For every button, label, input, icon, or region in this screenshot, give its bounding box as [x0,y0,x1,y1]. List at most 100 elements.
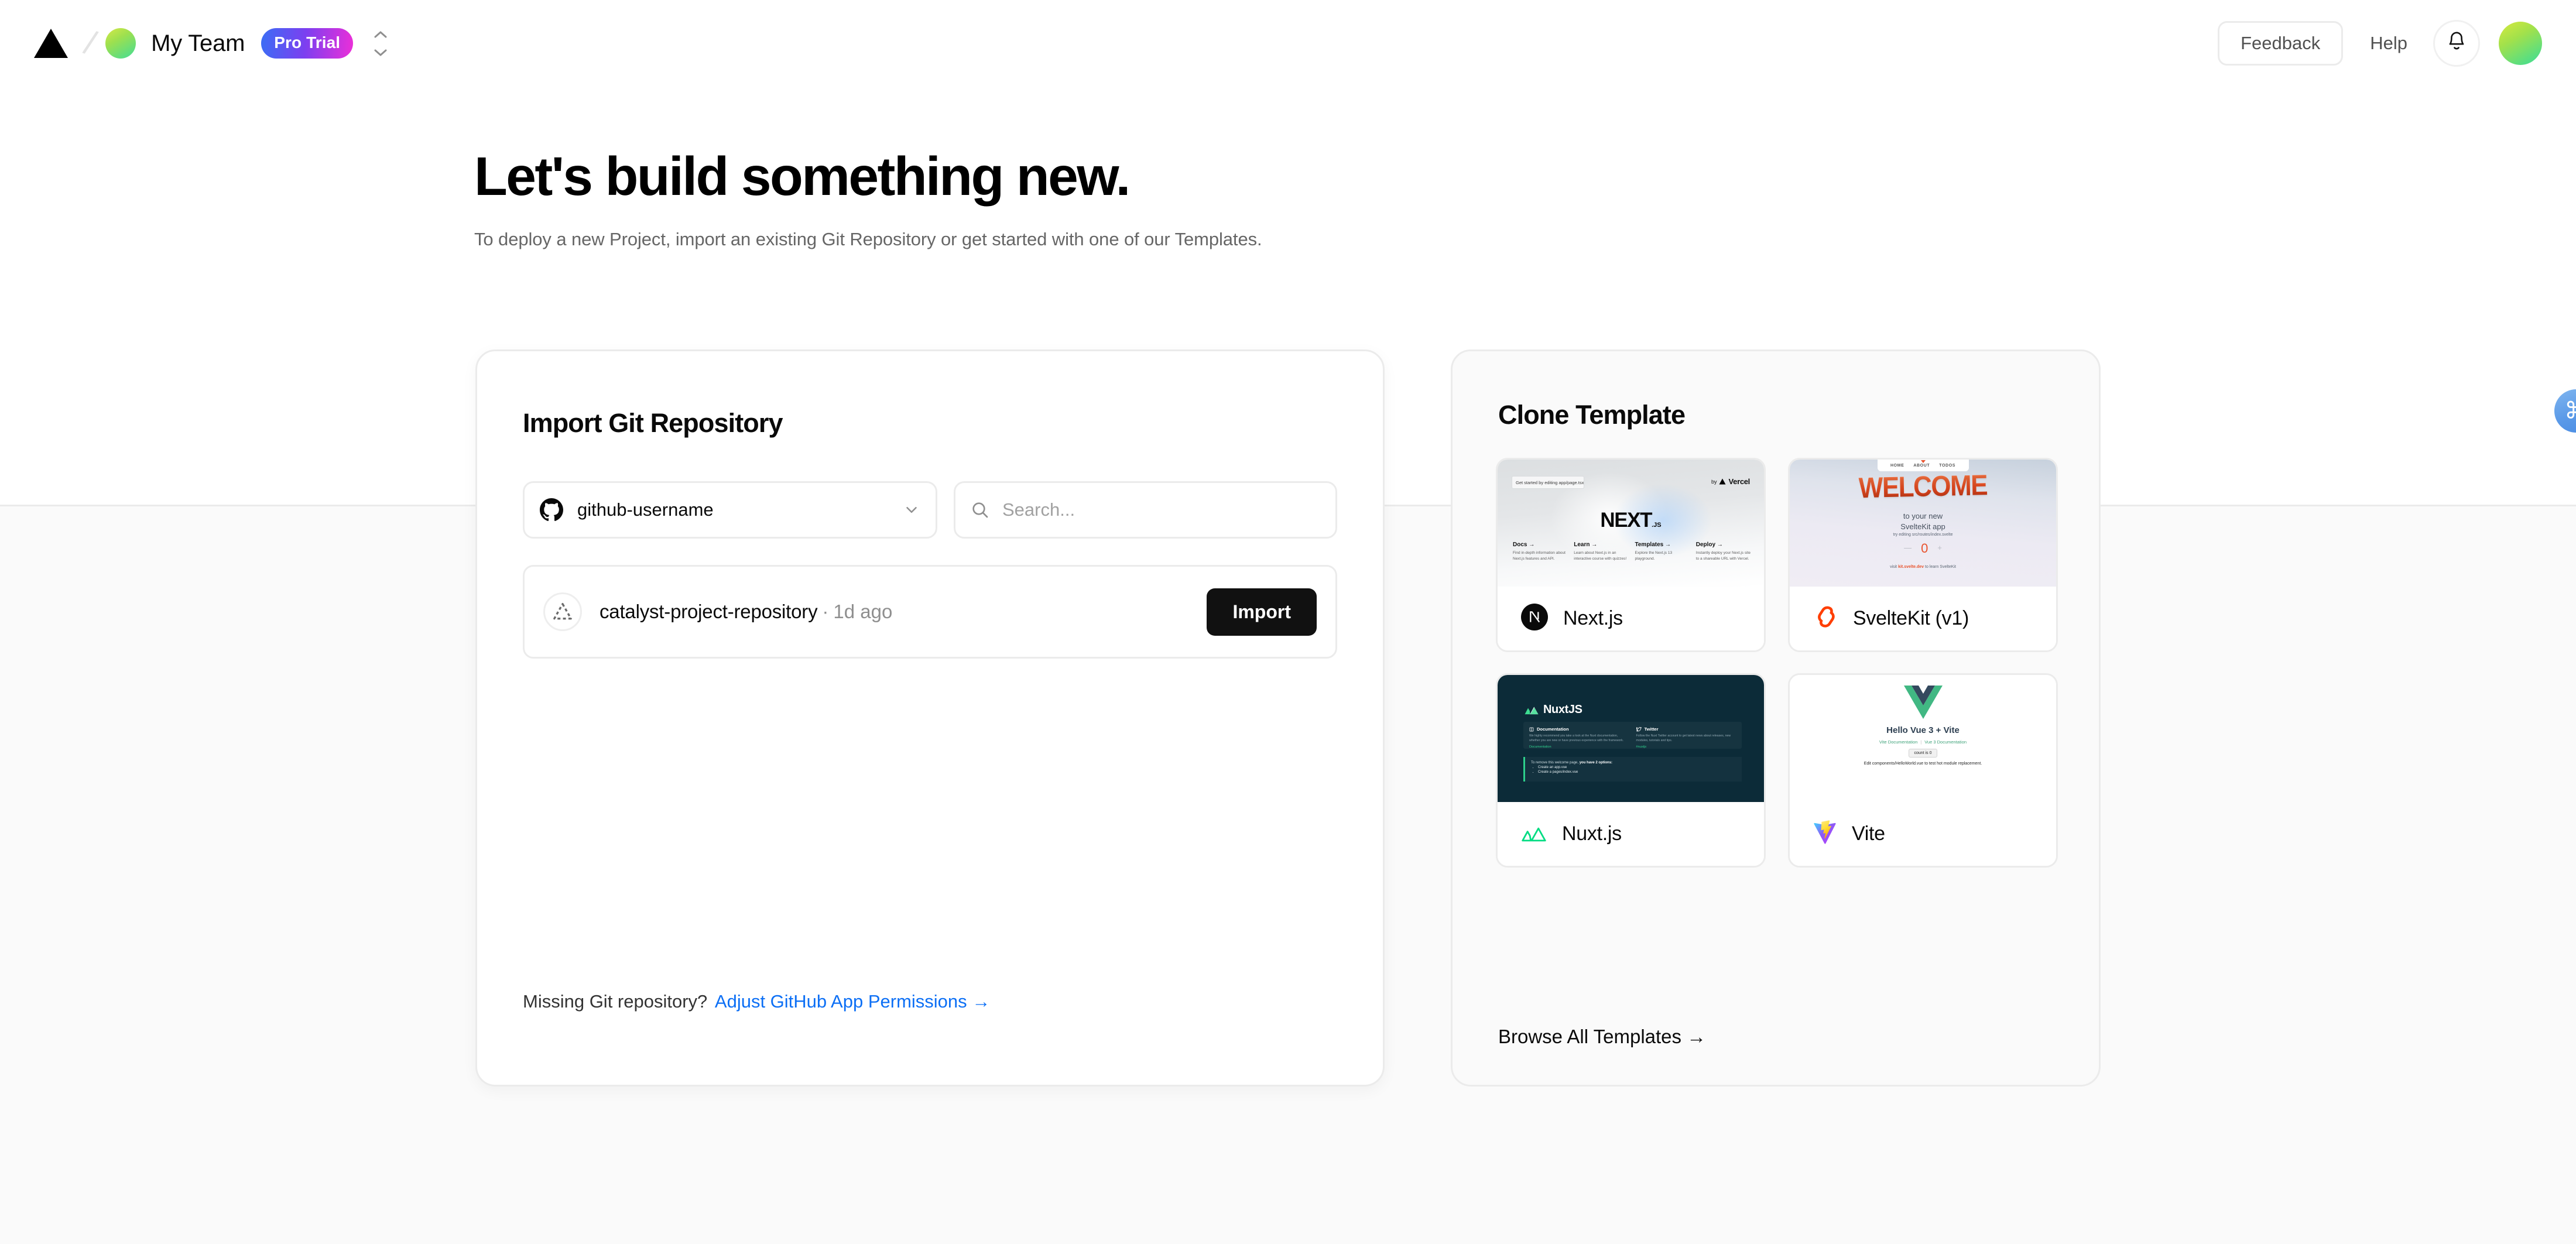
plan-badge[interactable]: Pro Trial [261,28,354,59]
vite-doc-link-1: Vite Documentation [1879,739,1918,745]
note-intro: To remove this welcome page, [1531,761,1579,765]
twitter-icon [1636,726,1642,731]
vite-doc-link-2: Vue 3 Documentation [1924,739,1967,745]
team-avatar[interactable] [105,28,136,59]
nuxt-icon [1521,823,1547,845]
card-title: Documentation [1537,726,1569,732]
nuxt-card-twitter: Twitter Follow the Nuxt Twitter account … [1636,726,1736,749]
vite-edit-hint: Edit components/HelloWorld.vue to test h… [1864,762,1982,766]
user-avatar[interactable] [2499,22,2542,65]
nextjs-code-pill: Get started by editing app/page.tsx [1512,476,1584,489]
nuxt-wordmark: NuxtJS [1525,703,1582,717]
vercel-triangle-logo-icon [1719,478,1726,485]
notifications-button[interactable] [2433,20,2480,67]
chevron-up-down-icon[interactable] [371,28,390,59]
preview-link-deploy: Deploy → Instantly deploy your Next.js s… [1696,542,1752,562]
sveltekit-counter: — 0 + [1790,541,2056,556]
top-navigation-bar: / My Team Pro Trial Feedback Help [0,0,2576,87]
card-link: #nuxtjs [1636,745,1647,749]
sveltekit-subhead: to your new SvelteKit app [1790,511,2056,532]
book-icon [1529,727,1534,731]
repository-name: catalyst-project-repository [600,601,818,622]
template-footer-nextjs: Next.js [1498,587,1764,650]
vite-icon [1813,820,1837,848]
template-card-nextjs[interactable]: Get started by editing app/page.tsx by V… [1496,458,1766,652]
clone-template-panel: Clone Template Get started by editing ap… [1451,349,2101,1087]
clone-panel-title: Clone Template [1498,400,1686,430]
team-name-label[interactable]: My Team [151,30,245,57]
template-label: Nuxt.js [1562,823,1622,845]
sveltekit-hint: try editing src/routes/index.svelte [1893,533,1953,537]
template-preview-vite: Hello Vue 3 + Vite Vite Documentation | Vu… [1790,675,2056,802]
note-bold: you have 2 options: [1579,761,1613,765]
adjust-github-permissions-link[interactable]: Adjust GitHub App Permissions → [715,991,990,1012]
footer-link: kit.svelte.dev [1898,565,1924,569]
template-label: Next.js [1563,607,1623,629]
nav-item-home: HOME [1890,463,1904,468]
breadcrumb-separator: / [80,23,101,63]
template-preview-nextjs: Get started by editing app/page.tsx by V… [1498,460,1764,587]
preview-link-title: Docs → [1513,542,1535,548]
chevron-down-icon [903,501,920,519]
preview-link-title: Deploy → [1695,542,1723,548]
template-card-nuxtjs[interactable]: NuxtJS Documentation We highly recommend… [1496,673,1766,868]
import-button[interactable]: Import [1207,588,1317,636]
import-git-repository-panel: Import Git Repository github-username Se… [475,349,1385,1087]
preview-link-title: Templates → [1635,542,1671,548]
git-provider-value: github-username [577,499,714,520]
nav-left-group: / My Team Pro Trial [0,23,390,63]
repository-search-box[interactable] [954,481,1337,539]
nuxt-preview-note: To remove this welcome page, you have 2 … [1523,757,1742,782]
git-provider-select[interactable]: github-username [523,481,937,539]
missing-repository-text: Missing Git repository? [523,991,708,1012]
preview-link-docs: Docs → Find in-depth information about N… [1513,542,1569,562]
command-icon: ⌘ [2564,398,2576,424]
browse-all-templates-link[interactable]: Browse All Templates → [1498,1026,1706,1048]
footer-suffix: to learn SvelteKit [1925,565,1956,569]
vercel-triangle-logo-icon[interactable] [33,28,69,59]
feedback-button[interactable]: Feedback [2218,21,2344,66]
sveltekit-headline: WELCOME [1790,468,2056,507]
repository-row[interactable]: catalyst-project-repository · 1d ago Imp… [523,565,1337,659]
note-item: Create a pages/index.vue [1538,770,1736,774]
counter-plus: + [1937,543,1942,552]
github-icon [540,498,563,522]
nextjs-by-vercel: by Vercel [1711,477,1750,486]
template-footer-vite: Vite [1790,802,2056,866]
template-preview-sveltekit: HOME ABOUT TODOS WELCOME to your new Sve… [1790,460,2056,587]
template-footer-nuxtjs: Nuxt.js [1498,802,1764,866]
vite-counter-button: count is 0 [1908,749,1938,758]
bell-icon [2445,30,2468,57]
nuxt-wordmark-text: NuxtJS [1543,703,1582,716]
preview-link-desc: Instantly deploy your Next.js site to a … [1695,551,1751,561]
preview-link-learn: Learn → Learn about Next.js in an intera… [1574,542,1630,562]
search-input[interactable] [1002,499,1320,520]
svelte-icon [1813,605,1838,632]
footer-prefix: visit [1890,565,1897,569]
preview-link-title: Learn → [1574,542,1598,548]
template-label: Vite [1852,823,1885,845]
vue-logo-icon [1903,684,1943,722]
template-label: SvelteKit (v1) [1853,607,1969,629]
nav-item-todos: TODOS [1939,463,1956,468]
nextjs-wordmark: NEXT.JS [1498,509,1764,532]
template-grid: Get started by editing app/page.tsx by V… [1496,458,2058,868]
template-footer-sveltekit: SvelteKit (v1) [1790,587,2056,650]
by-prefix: by [1711,478,1717,485]
template-card-vite[interactable]: Hello Vue 3 + Vite Vite Documentation | Vu… [1788,673,2058,868]
vite-headline: Hello Vue 3 + Vite [1886,725,1960,735]
brand-name: Vercel [1728,477,1750,486]
nuxt-logo-icon [1525,707,1539,715]
preview-link-desc: Find in-depth information about Next.js … [1513,551,1566,561]
link-separator: | [1920,739,1922,745]
template-card-sveltekit[interactable]: HOME ABOUT TODOS WELCOME to your new Sve… [1788,458,2058,652]
preview-link-desc: Explore the Next.js 13 playground. [1635,551,1673,561]
search-icon [971,501,989,519]
import-panel-title: Import Git Repository [523,408,783,438]
nextjs-preview-links: Docs → Find in-depth information about N… [1513,542,1752,562]
subhead-line-2: SvelteKit app [1900,522,1945,531]
note-item: Create an app.vue [1538,766,1736,769]
counter-minus: — [1904,543,1912,552]
preview-link-desc: Learn about Next.js in an interactive co… [1574,551,1627,561]
help-button[interactable]: Help [2370,33,2407,54]
